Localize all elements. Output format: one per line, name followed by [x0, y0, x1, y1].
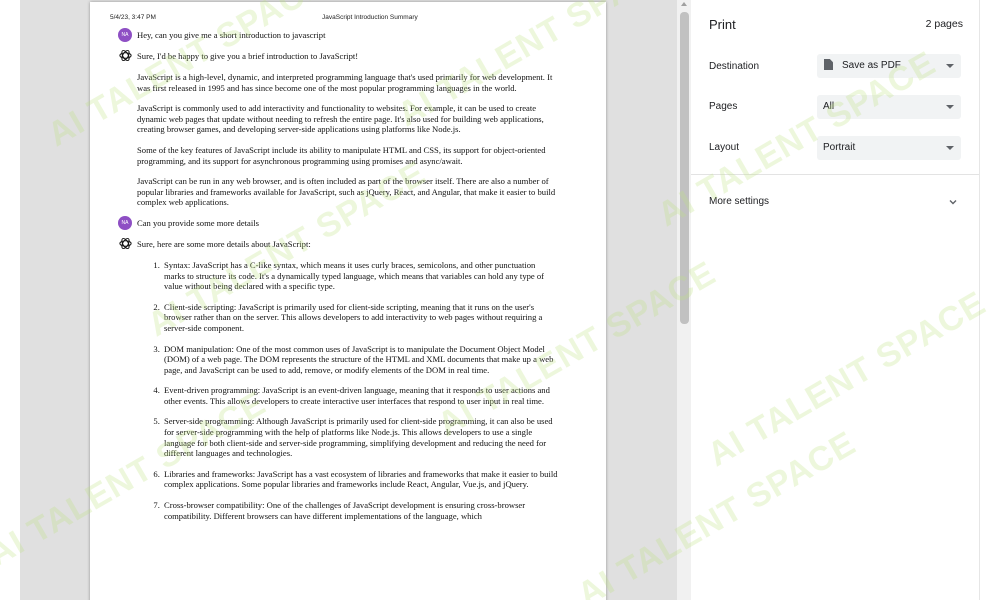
- pages-select[interactable]: All: [817, 95, 961, 119]
- user-avatar: NA: [118, 28, 132, 42]
- list-item: Cross-browser compatibility: One of the …: [162, 500, 558, 521]
- dropdown-arrow-icon: [946, 146, 954, 150]
- scroll-up-arrow-icon[interactable]: [681, 2, 687, 6]
- more-settings-label: More settings: [709, 196, 770, 207]
- assistant-message-text: Sure, I'd be happy to give you a brief i…: [137, 51, 359, 61]
- answer-paragraph: JavaScript can be run in any web browser…: [137, 176, 556, 208]
- list-item: Event-driven programming: JavaScript is …: [162, 385, 558, 406]
- chatgpt-logo-icon: [119, 49, 132, 62]
- page-count: 2 pages: [925, 18, 963, 30]
- list-item: Server-side programming: Although JavaSc…: [162, 416, 558, 458]
- preview-scrollbar-thumb[interactable]: [680, 12, 689, 324]
- layout-label: Layout: [709, 142, 740, 153]
- print-title: Print: [709, 17, 736, 32]
- answer-paragraph: Some of the key features of JavaScript i…: [137, 144, 546, 166]
- user-message: NA Can you provide some more details: [118, 215, 558, 232]
- print-settings-panel: Print 2 pages Destination Save as PDF Pa…: [691, 0, 979, 600]
- list-item: Client-side scripting: JavaScript is pri…: [162, 302, 558, 334]
- assistant-message-text: Sure, here are some more details about J…: [137, 238, 311, 249]
- details-list: Syntax: JavaScript has a C-like syntax, …: [118, 260, 558, 521]
- pages-label: Pages: [709, 101, 738, 112]
- layout-select[interactable]: Portrait: [817, 136, 961, 160]
- user-message-text: Can you provide some more details: [137, 217, 259, 228]
- chevron-down-icon: [949, 200, 957, 205]
- answer-paragraph: JavaScript is commonly used to add inter…: [137, 103, 544, 135]
- more-settings-toggle[interactable]: More settings: [709, 196, 959, 210]
- panel-right-edge: [979, 0, 980, 600]
- dropdown-arrow-icon: [946, 64, 954, 68]
- user-message: NA Hey, can you give me a short introduc…: [118, 28, 558, 44]
- destination-select[interactable]: Save as PDF: [817, 54, 961, 78]
- document-icon: [824, 59, 833, 70]
- page-header-date: 5/4/23, 3:47 PM: [110, 14, 156, 21]
- destination-value: Save as PDF: [842, 60, 901, 71]
- user-avatar: NA: [118, 215, 132, 230]
- list-item: DOM manipulation: One of the most common…: [162, 344, 558, 376]
- chatgpt-logo-icon: [119, 237, 132, 249]
- answer-paragraph: JavaScript is a high-level, dynamic, and…: [137, 72, 553, 93]
- pages-value: All: [823, 101, 835, 112]
- dropdown-arrow-icon: [946, 105, 954, 109]
- destination-label: Destination: [709, 61, 760, 72]
- page-header-title: JavaScript Introduction Summary: [322, 14, 418, 21]
- user-message-text: Hey, can you give me a short introductio…: [137, 30, 326, 40]
- assistant-message: Sure, here are some more details about J…: [118, 237, 558, 253]
- layout-value: Portrait: [823, 142, 856, 153]
- assistant-message: Sure, I'd be happy to give you a brief i…: [118, 49, 558, 65]
- chat-document: NA Hey, can you give me a short introduc…: [118, 28, 558, 531]
- list-item: Libraries and frameworks: JavaScript has…: [162, 469, 558, 490]
- print-preview-area: 5/4/23, 3:47 PM JavaScript Introduction …: [20, 0, 691, 600]
- section-divider: [691, 174, 979, 175]
- list-item: Syntax: JavaScript has a C-like syntax, …: [162, 260, 558, 292]
- print-preview-page: 5/4/23, 3:47 PM JavaScript Introduction …: [90, 2, 606, 600]
